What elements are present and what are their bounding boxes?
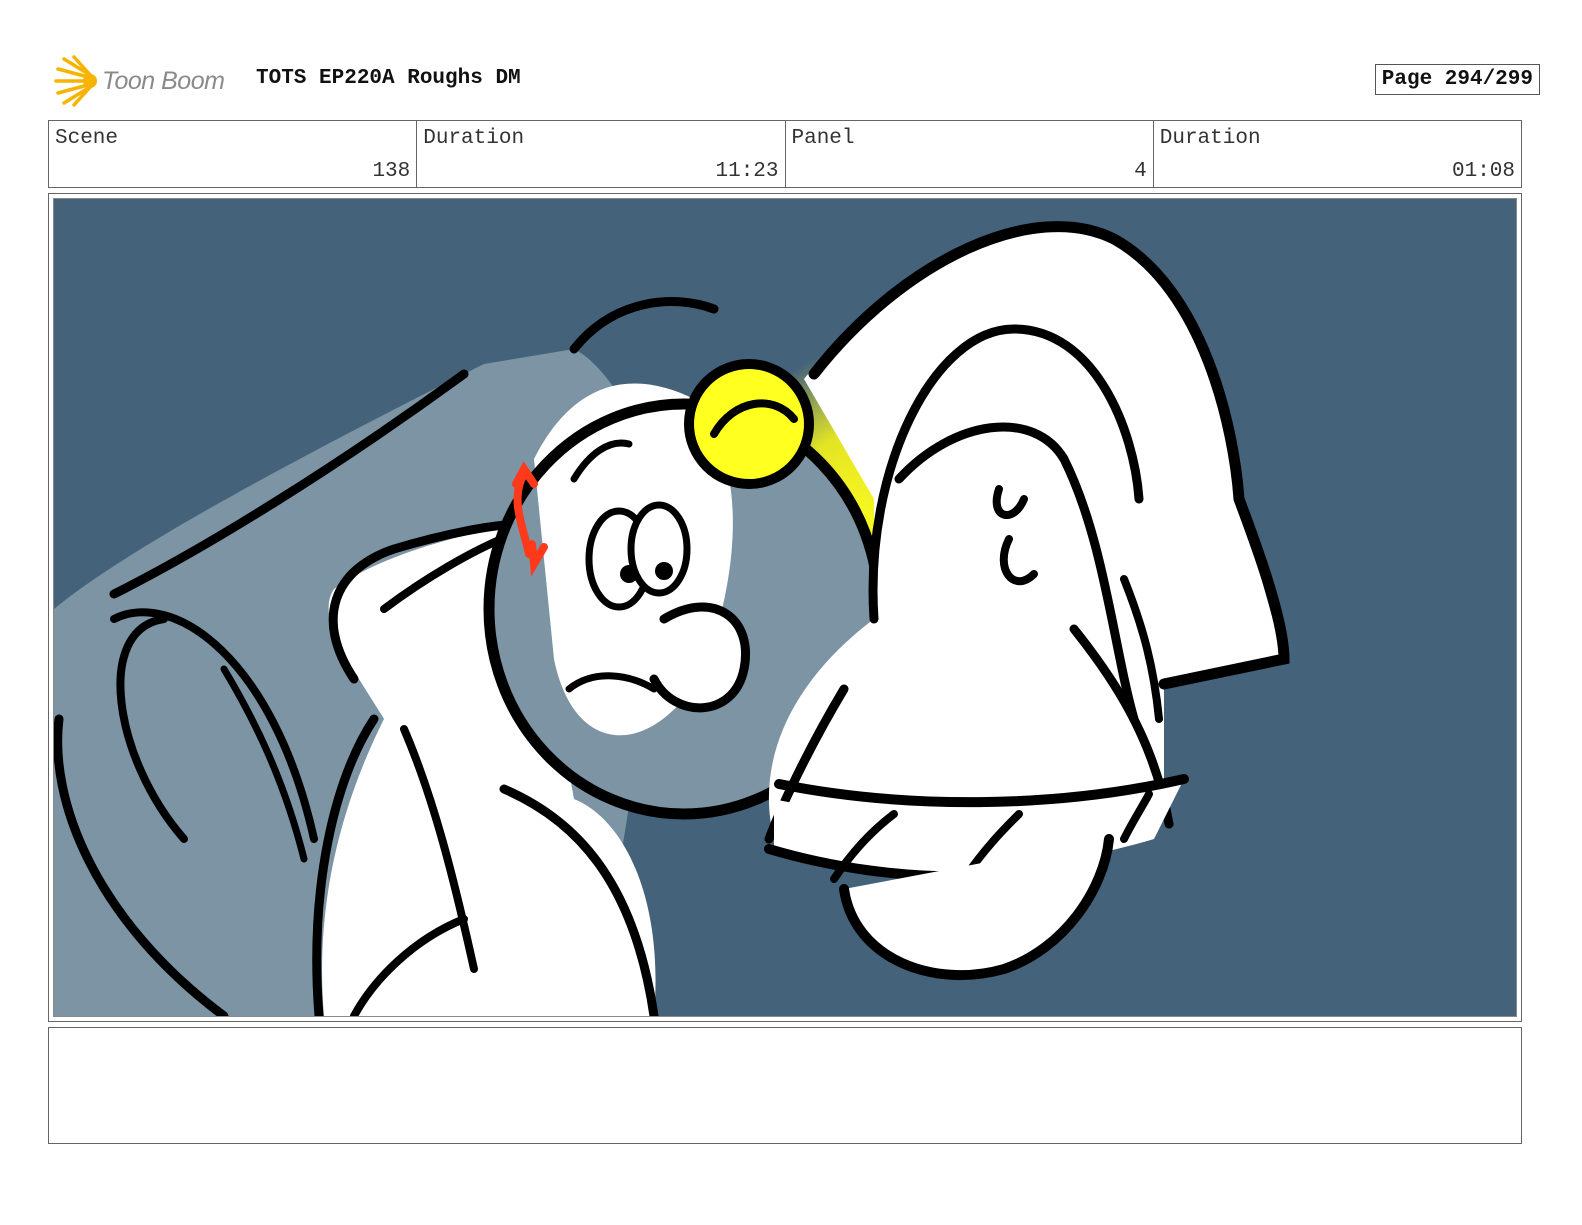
starburst-icon xyxy=(54,55,97,107)
scene-label: Scene xyxy=(55,127,119,150)
nose-shape xyxy=(649,602,750,713)
logo-text: Toon Boom xyxy=(102,66,225,95)
scene-value: 138 xyxy=(372,160,411,183)
panel-cell: Panel 4 xyxy=(786,121,1154,187)
scene-duration-value: 11:23 xyxy=(715,160,779,183)
panel-value: 4 xyxy=(1134,160,1147,183)
left-pupil xyxy=(620,565,638,583)
storyboard-header: Toon Boom TOTS EP220A Roughs DM Page 294… xyxy=(50,55,1540,107)
document-title: TOTS EP220A Roughs DM xyxy=(256,67,521,90)
page-number: Page 294/299 xyxy=(1374,64,1540,95)
right-eye xyxy=(627,501,691,597)
scene-cell: Scene 138 xyxy=(49,121,418,187)
panel-duration-cell: Duration 01:08 xyxy=(1154,121,1521,187)
panel-duration-label: Duration xyxy=(1159,127,1261,150)
storyboard-panel xyxy=(53,198,1517,1017)
storyboard-panel-frame xyxy=(48,193,1522,1022)
right-pupil xyxy=(655,562,673,580)
scene-duration-cell: Duration 11:23 xyxy=(417,121,786,187)
panel-drawing xyxy=(54,199,1516,1016)
panel-notes-box xyxy=(48,1027,1522,1144)
toon-boom-logo: Toon Boom xyxy=(50,55,225,107)
scene-info-table: Scene 138 Duration 11:23 Panel 4 Duratio… xyxy=(48,120,1522,188)
panel-label: Panel xyxy=(791,127,855,150)
scene-duration-label: Duration xyxy=(423,127,525,150)
helmet-lamp xyxy=(684,359,814,489)
panel-duration-value: 01:08 xyxy=(1451,160,1515,183)
